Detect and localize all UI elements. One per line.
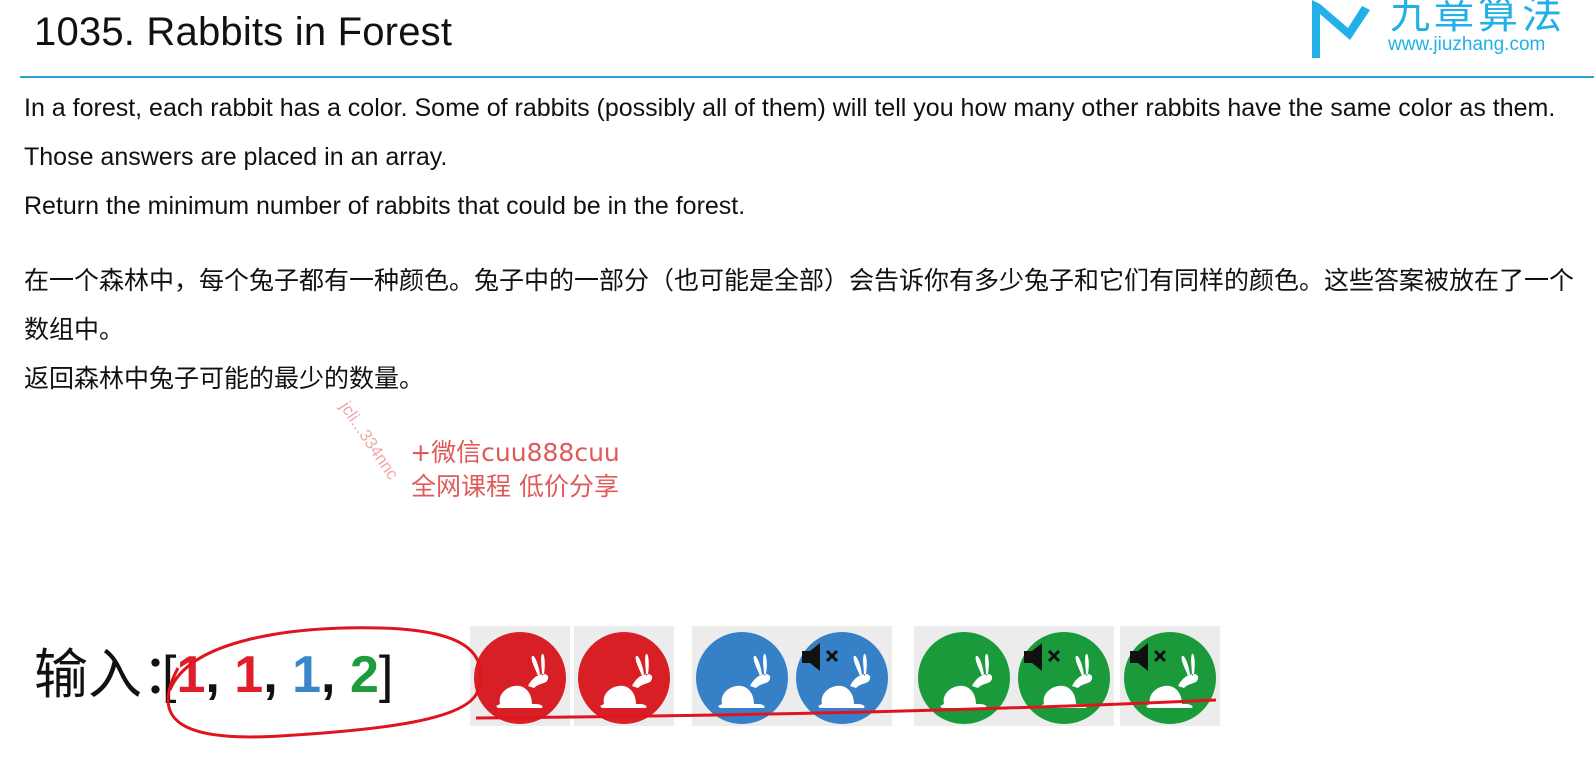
rabbit-tile — [470, 626, 570, 726]
logo-url: www.jiuzhang.com — [1388, 34, 1546, 55]
rabbit-icon — [718, 653, 771, 708]
array-value-3: 2 — [349, 646, 379, 704]
array-value-0: 1 — [176, 646, 206, 704]
description-zh-return: 返回森林中兔子可能的最少的数量。 — [24, 364, 425, 393]
rabbit-badge — [696, 632, 788, 724]
rabbit-tile — [1120, 626, 1220, 726]
watermark-diagonal: jcli...334nnc — [336, 398, 403, 484]
input-array: [1, 1, 1, 2] — [162, 640, 393, 710]
rabbit-tile — [692, 626, 792, 726]
array-open-bracket: [ — [162, 646, 177, 704]
rabbit-tile — [1014, 626, 1114, 726]
header-divider — [20, 76, 1594, 78]
rabbit-tile — [792, 626, 892, 726]
page-title: 1035. Rabbits in Forest — [34, 10, 453, 54]
muted-speaker-icon — [1022, 640, 1068, 679]
rabbit-badge — [578, 632, 670, 724]
watermark-text: +微信cuu888cuu 全网课程 低价分享 — [400, 436, 630, 504]
rabbit-icon — [496, 653, 549, 708]
array-separator: , — [321, 646, 350, 704]
rabbit-icon — [940, 653, 993, 708]
watermark-line-2: 全网课程 低价分享 — [411, 472, 619, 501]
array-close-bracket: ] — [378, 646, 394, 704]
jiuzhang-logo-icon — [1312, 0, 1370, 58]
rabbit-badge — [474, 632, 566, 724]
watermark-line-1: +微信cuu888cuu — [410, 438, 620, 467]
muted-speaker-icon — [800, 640, 846, 679]
description-en-paragraph: In a forest, each rabbit has a color. So… — [24, 94, 1556, 171]
muted-speaker-icon — [1128, 640, 1174, 679]
array-separator: , — [205, 646, 235, 704]
description-chinese: 在一个森林中，每个兔子都有一种颜色。兔子中的一部分（也可能是全部）会告诉你有多少… — [24, 256, 1574, 403]
array-separator: , — [263, 646, 293, 704]
description-en-return: Return the minimum number of rabbits tha… — [24, 192, 746, 220]
rabbit-badge — [918, 632, 1010, 724]
rabbit-icon — [600, 653, 653, 708]
description-english: In a forest, each rabbit has a color. So… — [24, 84, 1574, 231]
rabbit-tile — [914, 626, 1014, 726]
rabbit-tile — [574, 626, 674, 726]
slide: 1035. Rabbits in Forest 九章算法 www.jiuzhan… — [0, 0, 1594, 764]
description-zh-paragraph: 在一个森林中，每个兔子都有一种颜色。兔子中的一部分（也可能是全部）会告诉你有多少… — [24, 266, 1575, 344]
array-value-1: 1 — [234, 646, 264, 704]
jiuzhang-logo: 九章算法 www.jiuzhang.com — [1300, 0, 1594, 66]
array-value-2: 1 — [292, 646, 322, 704]
